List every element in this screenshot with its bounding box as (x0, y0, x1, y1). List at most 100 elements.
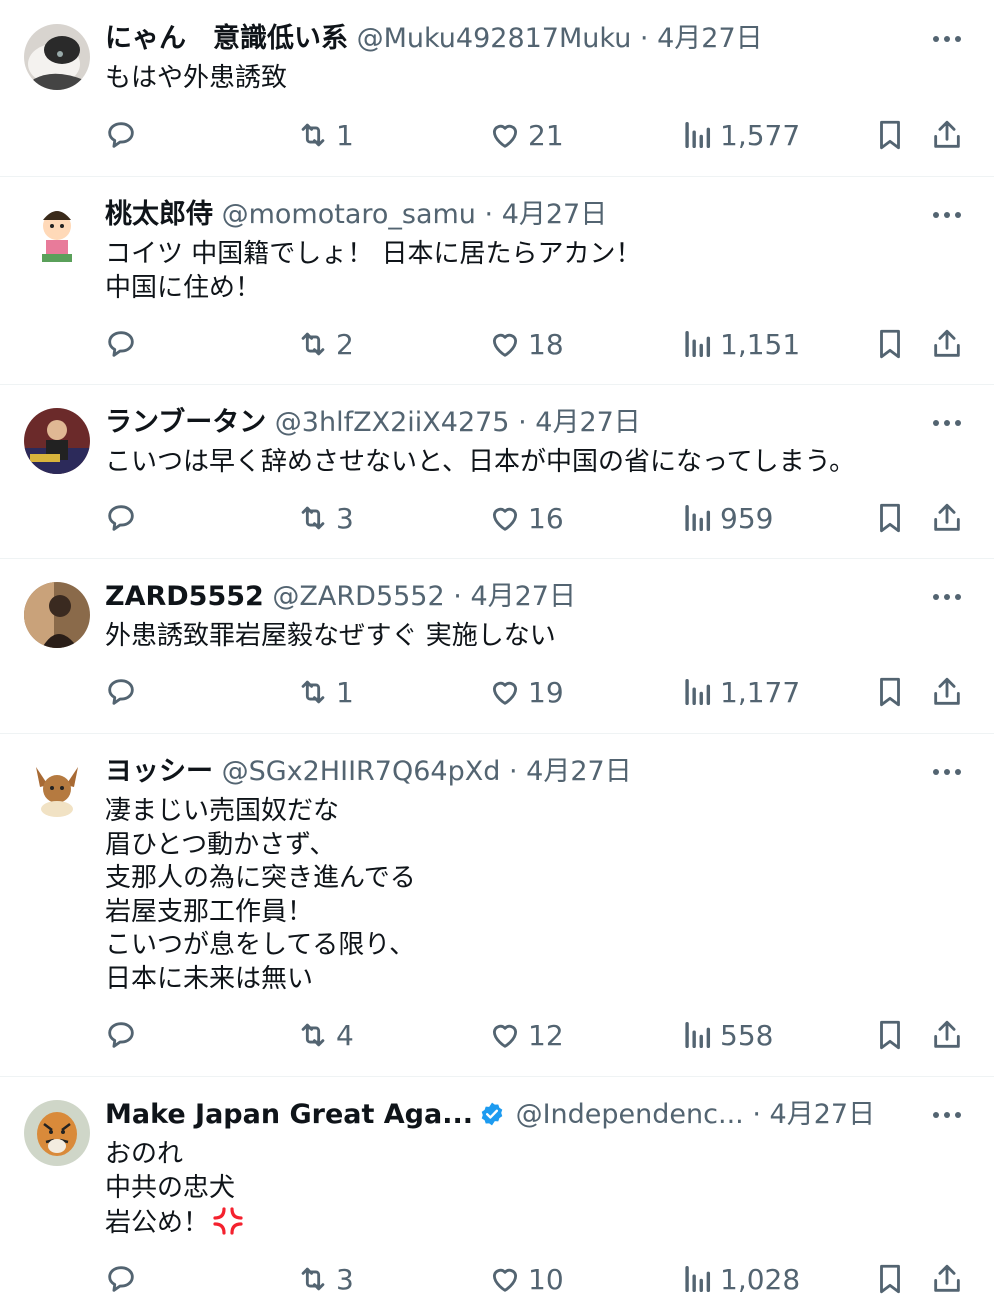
bar-chart-icon (685, 1265, 711, 1293)
retweet-button[interactable]: 4 (296, 1015, 354, 1055)
avatar[interactable] (24, 24, 90, 90)
share-button[interactable] (930, 672, 964, 712)
action-bar: 3 16 959 (0, 498, 994, 538)
tweet[interactable]: ZARD5552 @ZARD5552 · 4月27日 外患誘致罪岩屋毅なぜすぐ … (0, 558, 994, 734)
share-button[interactable] (930, 324, 964, 364)
tweet[interactable]: ヨッシー @SGx2HIIR7Q64pXd · 4月27日 凄まじい売国奴だな … (0, 733, 994, 1077)
user-handle[interactable]: @3hlfZX2iiX4275 (275, 407, 510, 438)
retweet-icon (301, 1023, 325, 1047)
more-options-icon[interactable] (930, 408, 964, 438)
like-button[interactable]: 18 (488, 324, 564, 364)
display-name[interactable]: ZARD5552 (105, 581, 264, 612)
timestamp[interactable]: 4月27日 (535, 407, 641, 438)
retweet-button[interactable]: 3 (296, 1259, 354, 1299)
views-button[interactable]: 1,028 (680, 1259, 800, 1299)
avatar[interactable] (24, 757, 90, 823)
more-options-icon[interactable] (930, 1100, 964, 1130)
tweet-text: もはや外患誘致 (105, 63, 288, 93)
timestamp[interactable]: 4月27日 (470, 581, 576, 612)
heart-icon (492, 1268, 518, 1292)
views-button[interactable]: 959 (680, 498, 773, 538)
display-name[interactable]: Make Japan Great Aga... (105, 1099, 473, 1130)
avatar[interactable] (24, 1100, 90, 1166)
more-options-icon[interactable] (930, 200, 964, 230)
separator: · (752, 1099, 761, 1130)
tweet-text: おのれ 中共の忠犬 岩公め！ (105, 1138, 954, 1241)
reply-button[interactable] (104, 115, 144, 155)
user-handle[interactable]: @SGx2HIIR7Q64pXd (222, 756, 501, 787)
display-name[interactable]: にゃん 意識低い系 (105, 23, 348, 54)
timestamp[interactable]: 4月27日 (770, 1099, 876, 1130)
timestamp[interactable]: 4月27日 (526, 756, 632, 787)
like-button[interactable]: 19 (488, 672, 564, 712)
like-button[interactable]: 21 (488, 115, 564, 155)
bookmark-icon (880, 1264, 900, 1294)
more-options-icon[interactable] (930, 757, 964, 787)
reply-button[interactable] (104, 498, 144, 538)
bookmark-button[interactable] (873, 498, 907, 538)
retweet-icon (301, 123, 325, 147)
view-count: 558 (720, 1018, 774, 1052)
retweet-button[interactable]: 1 (296, 115, 354, 155)
retweet-icon (301, 506, 325, 530)
share-icon (934, 503, 960, 531)
avatar[interactable] (24, 582, 90, 648)
tweet-header: ZARD5552 @ZARD5552 · 4月27日 (105, 578, 904, 616)
views-button[interactable]: 1,151 (680, 324, 800, 364)
tweet-header: Make Japan Great Aga... @Independenc... … (105, 1096, 904, 1134)
action-bar: 4 12 558 (0, 1015, 994, 1055)
retweet-count: 1 (336, 675, 354, 709)
bar-chart-icon (685, 121, 711, 149)
tweet[interactable]: にゃん 意識低い系 @Muku492817Muku · 4月27日 もはや外患誘… (0, 0, 994, 177)
user-handle[interactable]: @Muku492817Muku (357, 23, 632, 54)
like-count: 12 (528, 1018, 564, 1052)
tweet-text: 凄まじい売国奴だな 眉ひとつ動かさず、 支那人の為に突き進んでる 岩屋支那工作員… (105, 796, 416, 994)
like-button[interactable]: 10 (488, 1259, 564, 1299)
share-button[interactable] (930, 1015, 964, 1055)
tweet[interactable]: 桃太郎侍 @momotaro_samu · 4月27日 コイツ 中国籍でしょ！ … (0, 176, 994, 385)
share-button[interactable] (930, 1259, 964, 1299)
views-button[interactable]: 1,577 (680, 115, 800, 155)
retweet-count: 3 (336, 1262, 354, 1296)
reply-button[interactable] (104, 1259, 144, 1299)
more-options-icon[interactable] (930, 582, 964, 612)
bookmark-button[interactable] (873, 324, 907, 364)
tweet[interactable]: ランブータン @3hlfZX2iiX4275 · 4月27日 こいつは早く辞めさ… (0, 384, 994, 559)
user-handle[interactable]: @momotaro_samu (222, 199, 476, 230)
action-bar: 1 21 1,577 (0, 115, 994, 155)
like-button[interactable]: 16 (488, 498, 564, 538)
heart-icon (492, 1024, 518, 1048)
user-handle[interactable]: @ZARD5552 (272, 581, 444, 612)
bar-chart-icon (685, 1021, 711, 1049)
reply-button[interactable] (104, 672, 144, 712)
retweet-button[interactable]: 3 (296, 498, 354, 538)
share-button[interactable] (930, 498, 964, 538)
heart-icon (492, 333, 518, 357)
separator: · (518, 407, 527, 438)
display-name[interactable]: ヨッシー (105, 756, 213, 787)
view-count: 959 (720, 501, 774, 535)
views-button[interactable]: 558 (680, 1015, 773, 1055)
like-button[interactable]: 12 (488, 1015, 564, 1055)
avatar[interactable] (24, 200, 90, 266)
reply-button[interactable] (104, 324, 144, 364)
tweet-header: にゃん 意識低い系 @Muku492817Muku · 4月27日 (105, 20, 904, 58)
more-options-icon[interactable] (930, 24, 964, 54)
views-button[interactable]: 1,177 (680, 672, 800, 712)
timestamp[interactable]: 4月27日 (657, 23, 763, 54)
bookmark-button[interactable] (873, 1259, 907, 1299)
display-name[interactable]: ランブータン (105, 407, 266, 438)
share-button[interactable] (930, 115, 964, 155)
retweet-button[interactable]: 2 (296, 324, 354, 364)
bookmark-button[interactable] (873, 672, 907, 712)
bookmark-button[interactable] (873, 115, 907, 155)
display-name[interactable]: 桃太郎侍 (105, 199, 213, 230)
bookmark-button[interactable] (873, 1015, 907, 1055)
timestamp[interactable]: 4月27日 (502, 199, 608, 230)
action-bar: 2 18 1,151 (0, 324, 994, 364)
user-handle[interactable]: @Independenc... (516, 1099, 744, 1130)
reply-button[interactable] (104, 1015, 144, 1055)
retweet-button[interactable]: 1 (296, 672, 354, 712)
avatar[interactable] (24, 408, 90, 474)
tweet[interactable]: Make Japan Great Aga... @Independenc... … (0, 1076, 994, 1314)
